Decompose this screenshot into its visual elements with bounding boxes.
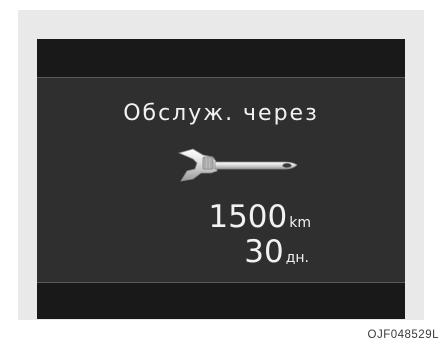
days-unit: дн. — [285, 250, 309, 266]
cluster-display: Обслуж. через 1500 km 30 дн. — [37, 39, 405, 319]
bottom-bar — [37, 283, 405, 319]
figure-code: OJF048529L — [367, 329, 439, 341]
top-divider — [37, 77, 405, 78]
wrench-icon — [177, 148, 298, 182]
distance-value: 1500 — [208, 199, 288, 235]
distance-readout: 1500 km — [208, 199, 311, 235]
days-value: 30 — [244, 234, 284, 270]
days-readout: 30 дн. — [244, 234, 309, 270]
top-bar — [37, 39, 405, 77]
service-title: Обслуж. через — [123, 101, 319, 126]
distance-unit: km — [289, 215, 311, 231]
